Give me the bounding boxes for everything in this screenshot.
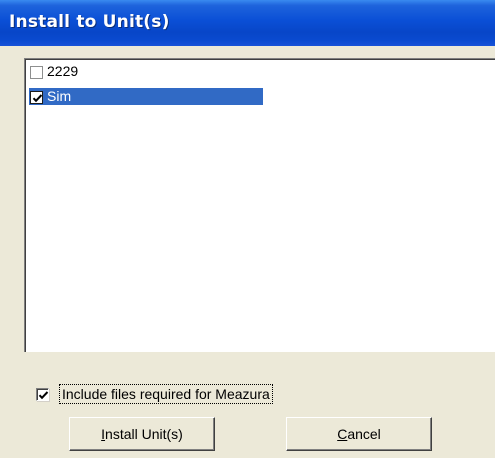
list-item-label: 2229 [47,63,79,79]
unit-checkbox-2229[interactable] [30,66,43,79]
list-item-label: Sim [47,88,72,104]
dialog-title: Install to Unit(s) [9,12,170,32]
include-files-label[interactable]: Include files required for Meazura [59,384,273,404]
checkmark-icon [38,391,49,400]
list-item-2229[interactable]: 2229 [29,63,263,80]
cancel-label-rest: ancel [347,426,381,442]
checkmark-icon [32,94,43,103]
unit-checkbox-sim[interactable] [30,91,43,104]
list-item-sim[interactable]: Sim [29,88,263,105]
cancel-button[interactable]: Cancel [286,417,432,451]
install-label-rest: nstall Unit(s) [105,426,183,442]
unit-listbox[interactable]: 2229 Sim [24,58,495,352]
include-files-checkbox[interactable] [36,388,49,401]
install-units-button[interactable]: Install Unit(s) [69,417,215,451]
title-bar[interactable]: Install to Unit(s) [0,0,495,46]
include-files-option[interactable]: Include files required for Meazura [36,384,336,405]
install-dialog: Install to Unit(s) 2229 Sim Include file… [0,0,495,458]
cancel-mnemonic: C [337,426,348,442]
